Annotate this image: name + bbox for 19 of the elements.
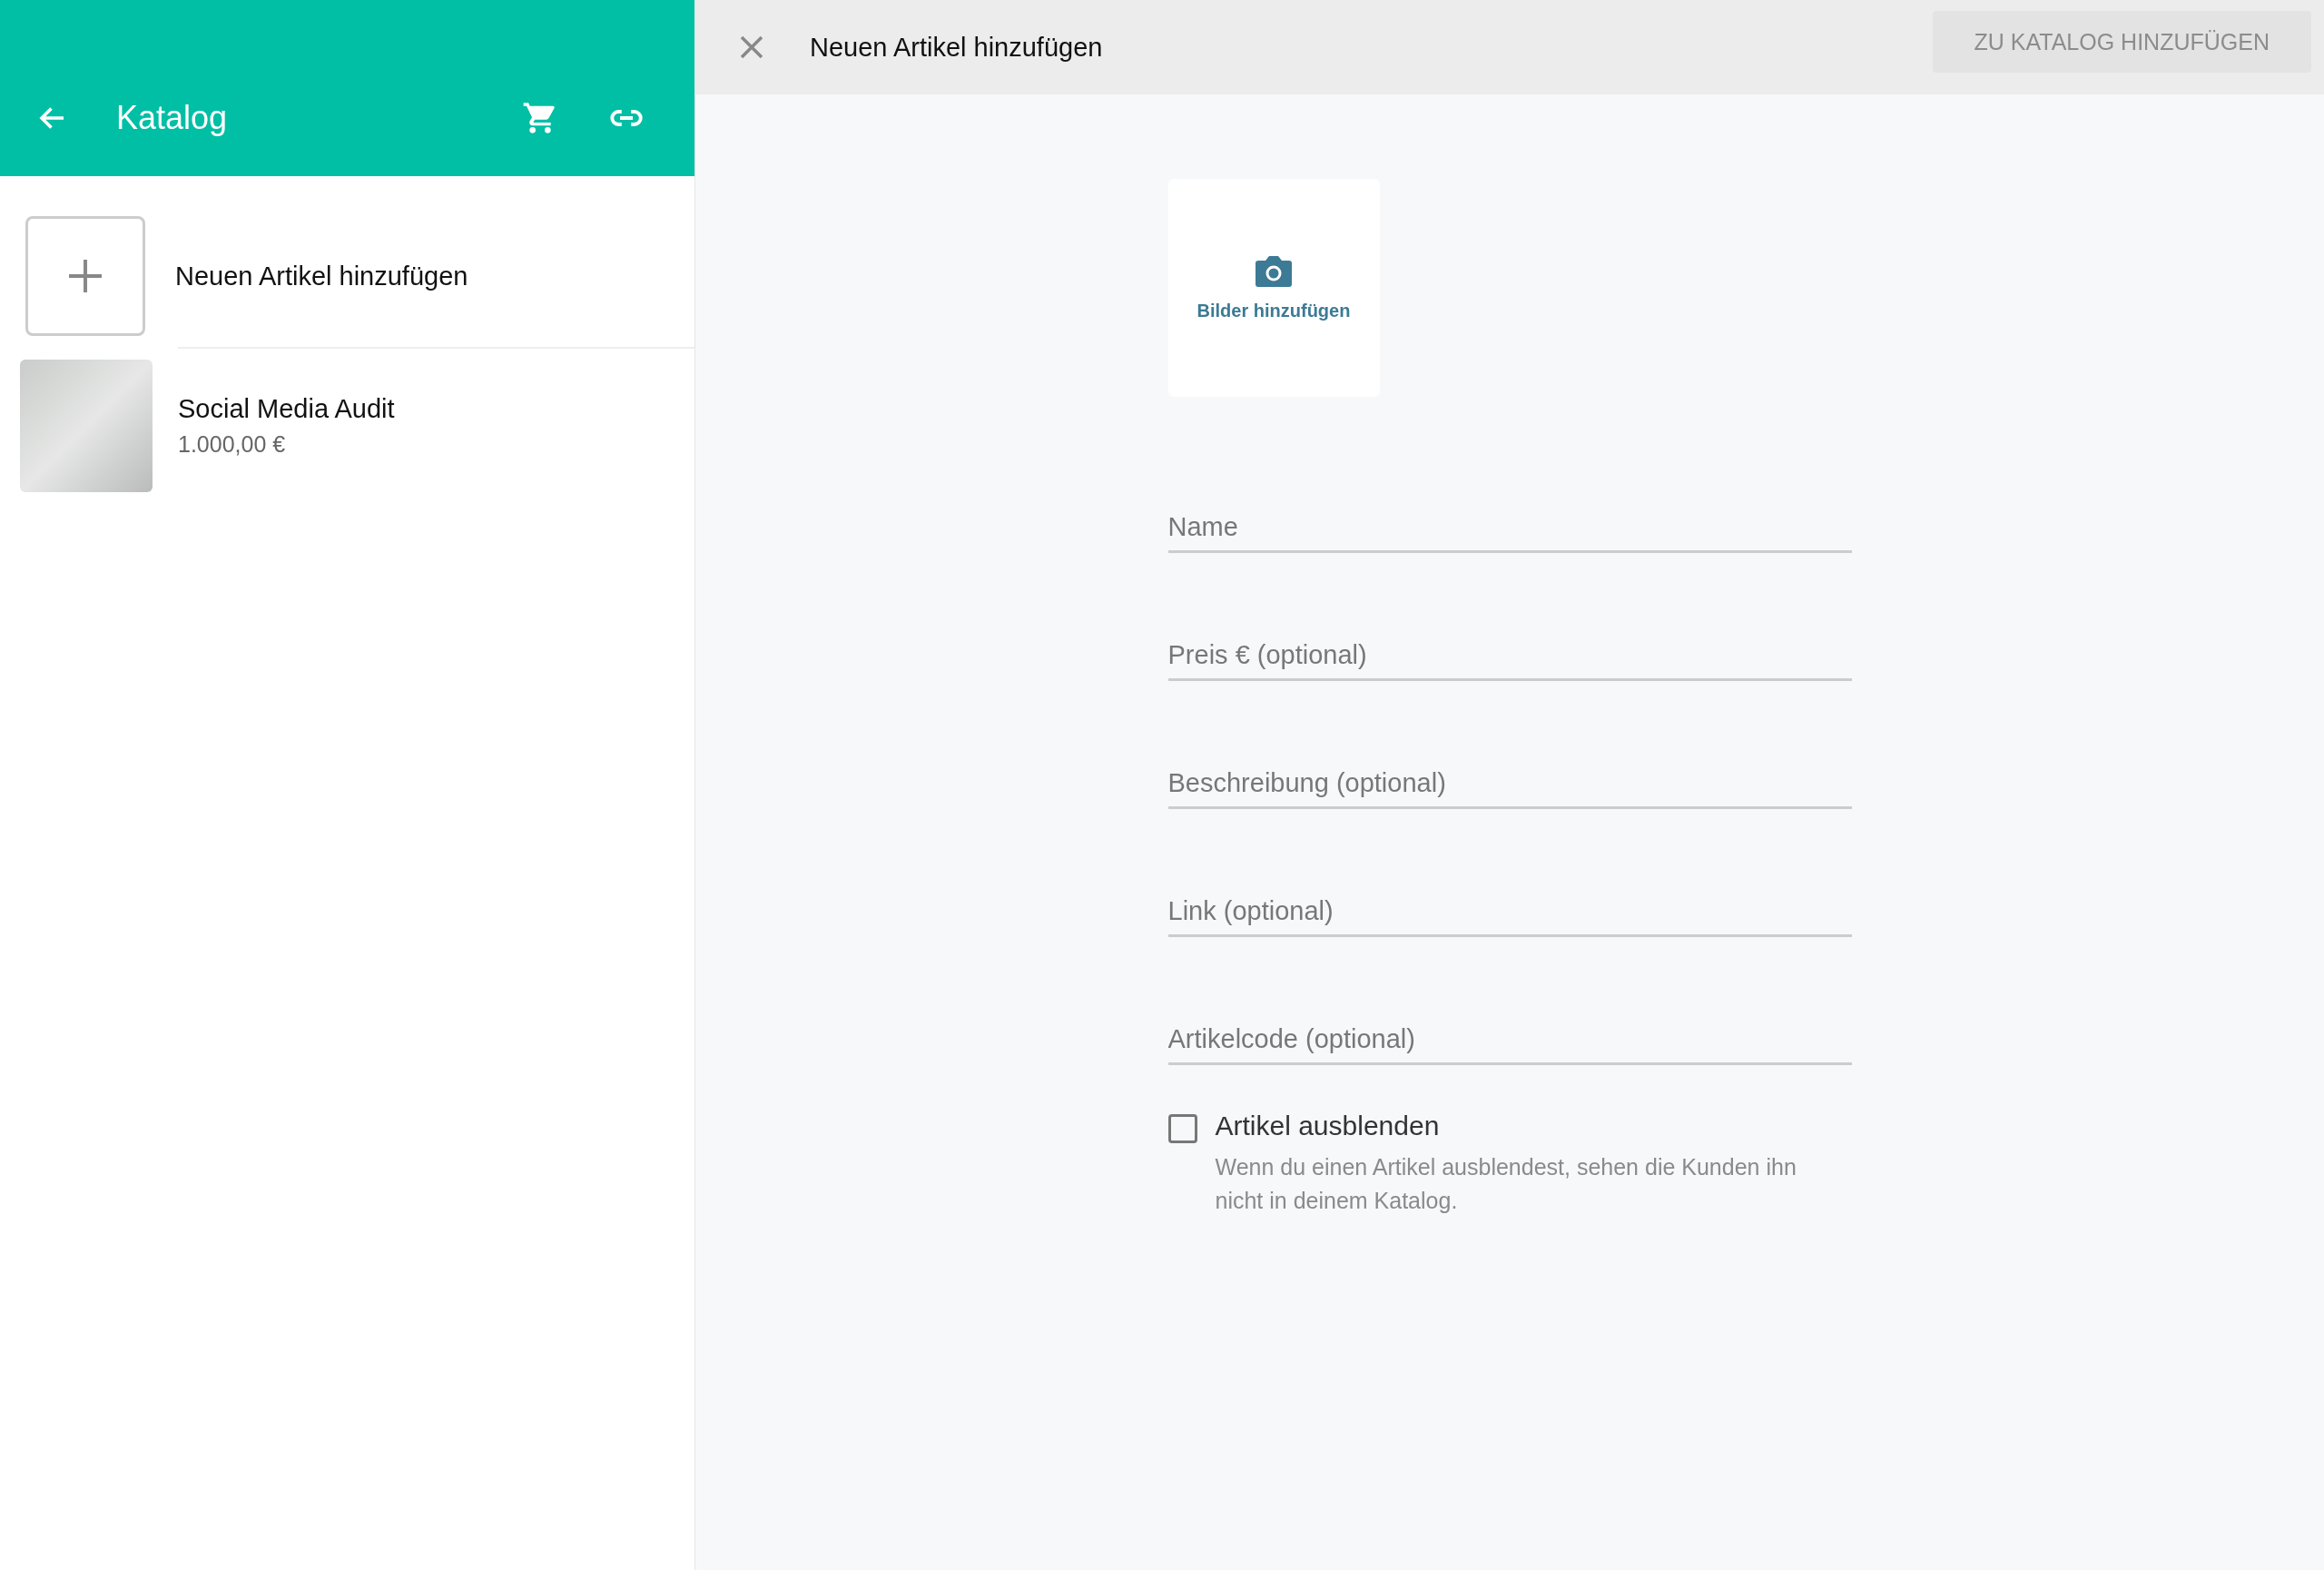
text-field[interactable]: Preis € (optional): [1167, 638, 1852, 681]
add-item-label[interactable]: Neuen Artikel hinzufügen: [175, 261, 468, 291]
close-button[interactable]: [739, 35, 764, 60]
text-field[interactable]: Artikelcode (optional): [1167, 1022, 1852, 1065]
checkbox-label: Artikel ausblenden: [1215, 1111, 1441, 1141]
help-text: Wenn du einen Artikel ausblendest, sehen die Kunden ihn nicht in deinem Katalog.: [1215, 1153, 1797, 1215]
close-icon: [739, 35, 764, 60]
product-price: 1.000,00 €: [178, 431, 287, 458]
add-images-button[interactable]: Bilder hinzufügen: [1167, 179, 1380, 397]
catalog-title: Katalog: [116, 99, 229, 137]
add-item-button[interactable]: [25, 216, 145, 336]
plus-icon: [67, 258, 103, 294]
product-name[interactable]: Social Media Audit: [178, 394, 395, 424]
text-field[interactable]: Beschreibung (optional): [1167, 766, 1852, 809]
text-field[interactable]: Name: [1167, 510, 1852, 553]
hide-item-checkbox[interactable]: [1167, 1114, 1197, 1143]
camera-icon: [1255, 254, 1293, 288]
text-field[interactable]: Link (optional): [1167, 894, 1852, 937]
panel-title: Neuen Artikel hinzufügen: [810, 32, 1104, 63]
